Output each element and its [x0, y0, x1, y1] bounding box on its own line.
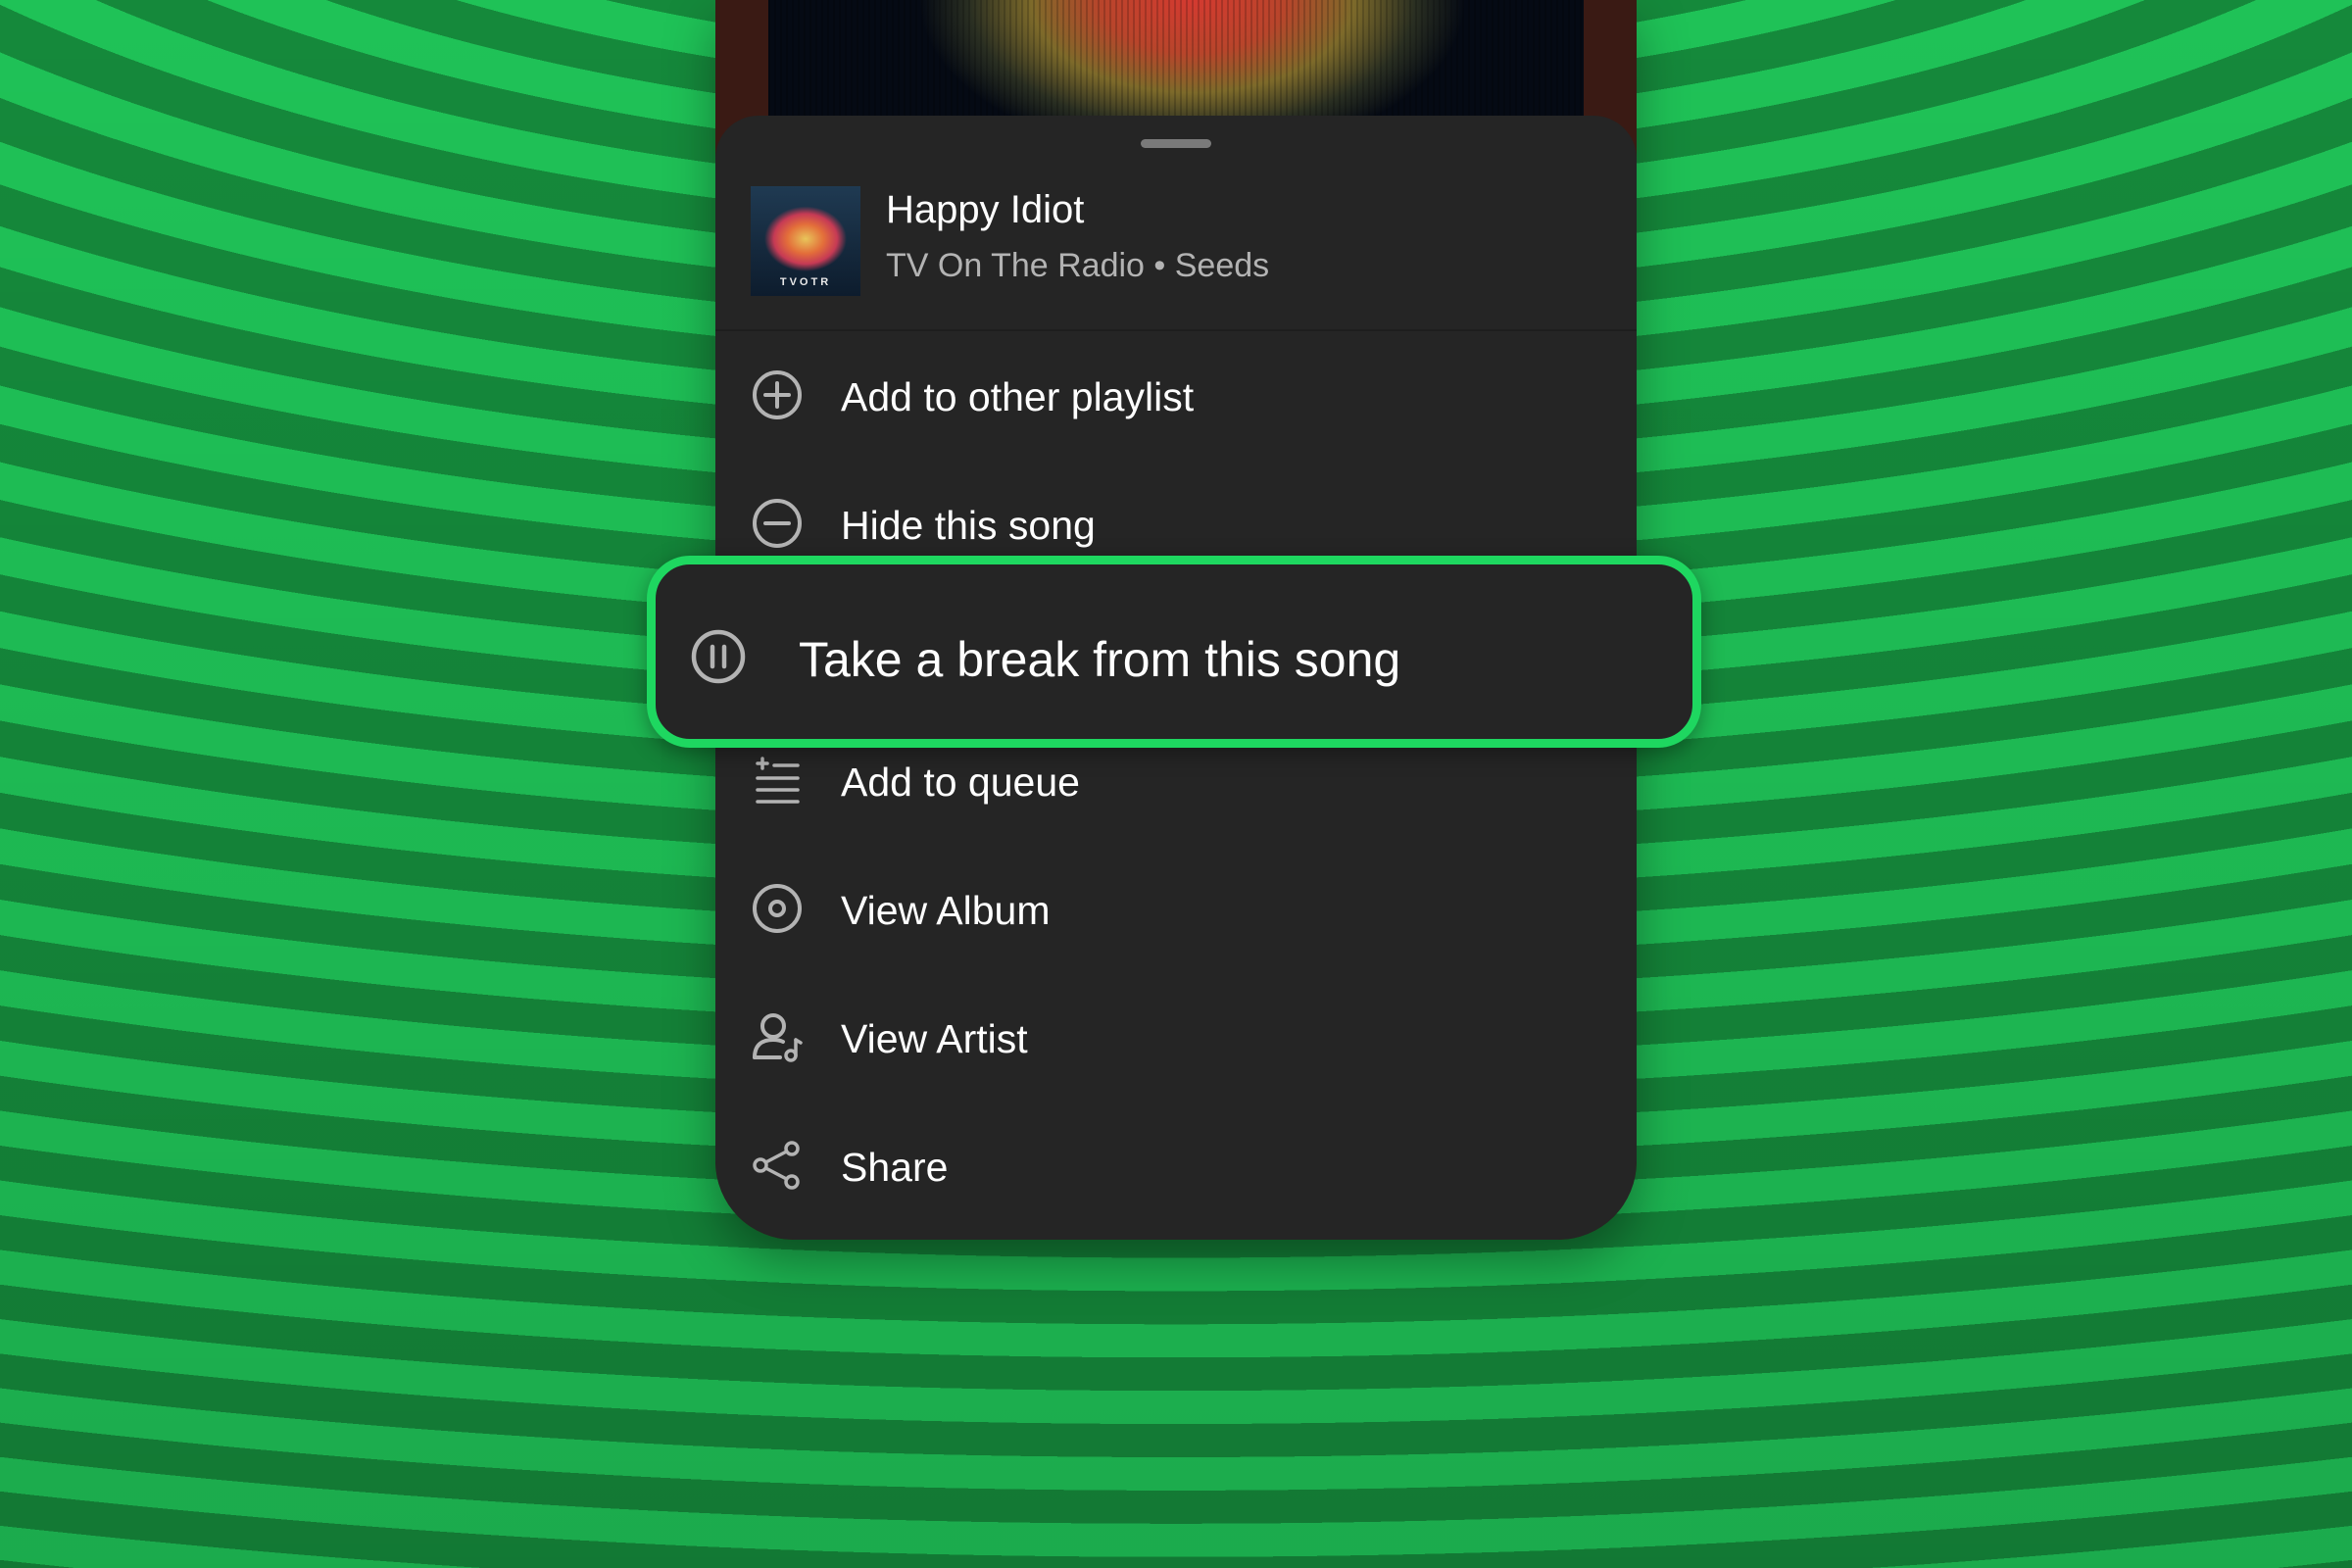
menu-item-view-artist[interactable]: View Artist [715, 973, 1637, 1101]
menu-item-add-to-playlist[interactable]: Add to other playlist [715, 331, 1637, 459]
menu-item-label: Add to queue [841, 760, 1080, 805]
album-thumbnail: TVOTR [751, 186, 860, 296]
menu-item-share[interactable]: Share [715, 1102, 1637, 1229]
track-subtitle: TV On The Radio • Seeds [886, 247, 1270, 284]
album-icon [753, 884, 802, 933]
now-playing-album-art [768, 0, 1584, 127]
add-to-queue-icon [756, 757, 800, 804]
menu-item-view-album[interactable]: View Album [715, 845, 1637, 972]
menu-item-label: Share [841, 1145, 949, 1190]
minus-circle-icon [753, 499, 802, 548]
menu-item-label: View Artist [841, 1016, 1028, 1061]
share-icon [753, 1141, 800, 1190]
track-header: TVOTR Happy Idiot TV On The Radio • Seed… [715, 165, 1637, 331]
track-title: Happy Idiot [886, 188, 1085, 231]
pause-circle-icon [691, 629, 746, 684]
menu-item-take-a-break[interactable]: Take a break from this song [647, 556, 1701, 748]
menu-item-label: View Album [841, 888, 1051, 933]
artist-icon [753, 1013, 803, 1062]
menu-item-label: Take a break from this song [799, 632, 1401, 687]
menu-item-label: Add to other playlist [841, 374, 1195, 419]
album-art-text: TVOTR [779, 276, 832, 288]
drag-handle[interactable] [1141, 139, 1211, 148]
add-circle-icon [753, 370, 802, 419]
menu-item-label: Hide this song [841, 503, 1096, 548]
